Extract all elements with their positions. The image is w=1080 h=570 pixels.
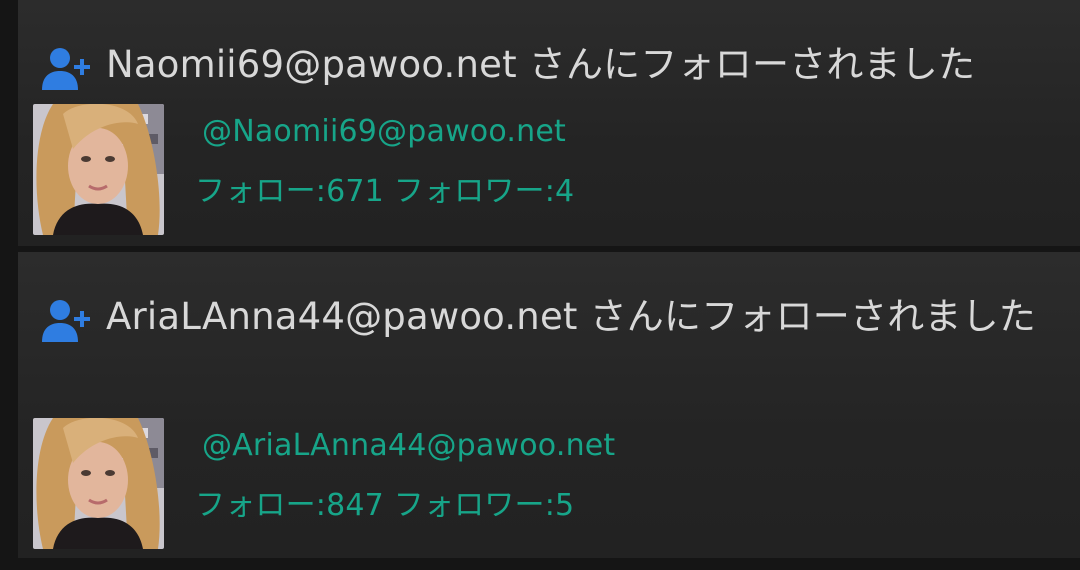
notification-header: AriaLAnna44@pawoo.net さんにフォローされました xyxy=(40,294,1058,346)
user-handle[interactable]: @Naomii69@pawoo.net xyxy=(202,114,566,149)
follow-stats: フォロー:671 フォロワー:4 xyxy=(195,174,575,209)
notification-message: Naomii69@pawoo.net さんにフォローされました xyxy=(106,43,976,86)
follow-stats: フォロー:847 フォロワー:5 xyxy=(195,488,575,523)
avatar[interactable] xyxy=(33,418,164,549)
avatar-image xyxy=(33,418,164,549)
person-add-icon xyxy=(42,300,90,342)
notification-feed: Naomii69@pawoo.net さんにフォローされました @Naomii6… xyxy=(0,0,1080,570)
notification-message: AriaLAnna44@pawoo.net さんにフォローされました xyxy=(106,295,1036,338)
user-handle[interactable]: @AriaLAnna44@pawoo.net xyxy=(202,428,615,463)
avatar[interactable] xyxy=(33,104,164,235)
avatar-image xyxy=(33,104,164,235)
person-add-icon xyxy=(42,48,90,90)
notification-header: Naomii69@pawoo.net さんにフォローされました xyxy=(40,42,1040,94)
